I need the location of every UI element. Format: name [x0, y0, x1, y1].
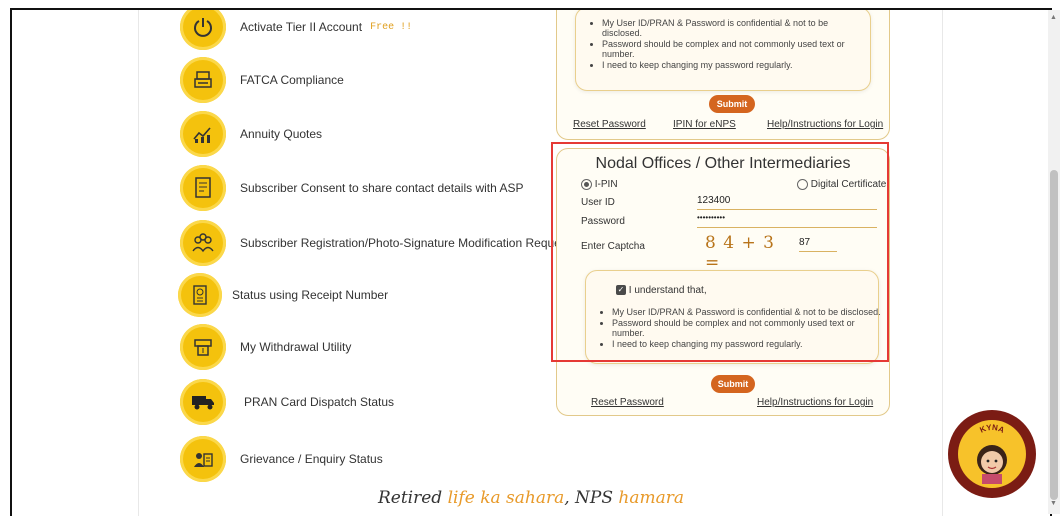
subscriber-login-panel: My User ID/PRAN & Password is confidenti… — [556, 10, 890, 140]
power-icon — [180, 10, 226, 50]
free-badge: Free !! — [370, 21, 413, 33]
scroll-down-icon[interactable]: ▼ — [1050, 500, 1057, 507]
menu-label: My Withdrawal Utility — [240, 340, 352, 354]
tagline-part: , NPS — [564, 488, 619, 508]
menu-item-annuity-quotes[interactable]: Annuity Quotes — [180, 109, 322, 159]
disclaimer-item: Password should be complex and not commo… — [602, 39, 870, 59]
tagline-part: hamara — [618, 488, 685, 508]
vertical-scrollbar[interactable]: ▲ ▼ — [1048, 10, 1060, 514]
kyna-avatar-icon: KYNA — [958, 420, 1026, 488]
submit-button[interactable]: Submit — [709, 95, 755, 113]
truck-icon — [180, 379, 226, 425]
menu-item-withdrawal-utility[interactable]: My Withdrawal Utility — [180, 322, 351, 372]
disclaimer-box: My User ID/PRAN & Password is confidenti… — [575, 10, 871, 91]
tagline: Retired life ka sahara, NPS hamara — [12, 488, 1050, 508]
menu-item-fatca[interactable]: FATCA Compliance — [180, 55, 344, 105]
menu-item-subscriber-registration[interactable]: Subscriber Registration/Photo-Signature … — [180, 218, 570, 268]
ipin-enps-link[interactable]: IPIN for eNPS — [673, 119, 736, 130]
menu-item-grievance-status[interactable]: Grievance / Enquiry Status — [180, 434, 383, 484]
tagline-part: Retired — [377, 488, 448, 508]
content-border-left — [138, 10, 139, 516]
scroll-up-icon[interactable]: ▲ — [1050, 14, 1057, 21]
menu-label: Subscriber Consent to share contact deta… — [240, 181, 524, 195]
reset-password-link[interactable]: Reset Password — [591, 397, 664, 408]
scroll-thumb[interactable] — [1050, 170, 1058, 500]
menu-label: Activate Tier II Account — [240, 20, 363, 34]
menu-label: Annuity Quotes — [240, 127, 323, 141]
chart-icon — [180, 111, 226, 157]
reset-password-link[interactable]: Reset Password — [573, 119, 646, 130]
menu-item-activate-tier-ii[interactable]: Activate Tier II Account Free !! — [180, 10, 413, 52]
withdrawal-icon — [180, 324, 226, 370]
svg-text:KYNA: KYNA — [978, 423, 1006, 435]
menu-item-status-receipt[interactable]: Status using Receipt Number — [178, 270, 388, 320]
kyna-chatbot-button[interactable]: KYNA — [948, 410, 1036, 498]
disclaimer-list: My User ID/PRAN & Password is confidenti… — [576, 18, 870, 70]
tagline-part: life ka sahara — [447, 488, 565, 508]
menu-item-subscriber-consent[interactable]: Subscriber Consent to share contact deta… — [180, 163, 523, 213]
disclaimer-item: I need to keep changing my password regu… — [602, 60, 870, 70]
menu-label: Status using Receipt Number — [232, 288, 389, 302]
help-instructions-link[interactable]: Help/Instructions for Login — [767, 119, 883, 130]
group-icon — [180, 220, 226, 266]
disclaimer-item: My User ID/PRAN & Password is confidenti… — [602, 18, 870, 38]
receipt-icon — [178, 273, 222, 317]
document-icon — [180, 165, 226, 211]
printer-icon — [180, 57, 226, 103]
content-border-right — [942, 10, 943, 516]
menu-label: FATCA Compliance — [240, 73, 344, 87]
kyna-label: KYNA — [978, 423, 1006, 435]
menu-label: PRAN Card Dispatch Status — [244, 395, 395, 409]
menu-label: Grievance / Enquiry Status — [240, 452, 383, 466]
menu-label: Subscriber Registration/Photo-Signature … — [240, 236, 571, 250]
enquiry-icon — [180, 436, 226, 482]
help-instructions-link[interactable]: Help/Instructions for Login — [757, 397, 873, 408]
menu-item-pran-dispatch[interactable]: PRAN Card Dispatch Status — [180, 377, 394, 427]
submit-button[interactable]: Submit — [711, 375, 755, 393]
browser-viewport: Activate Tier II Account Free !! FATCA C… — [10, 8, 1052, 516]
highlight-box — [551, 142, 889, 362]
